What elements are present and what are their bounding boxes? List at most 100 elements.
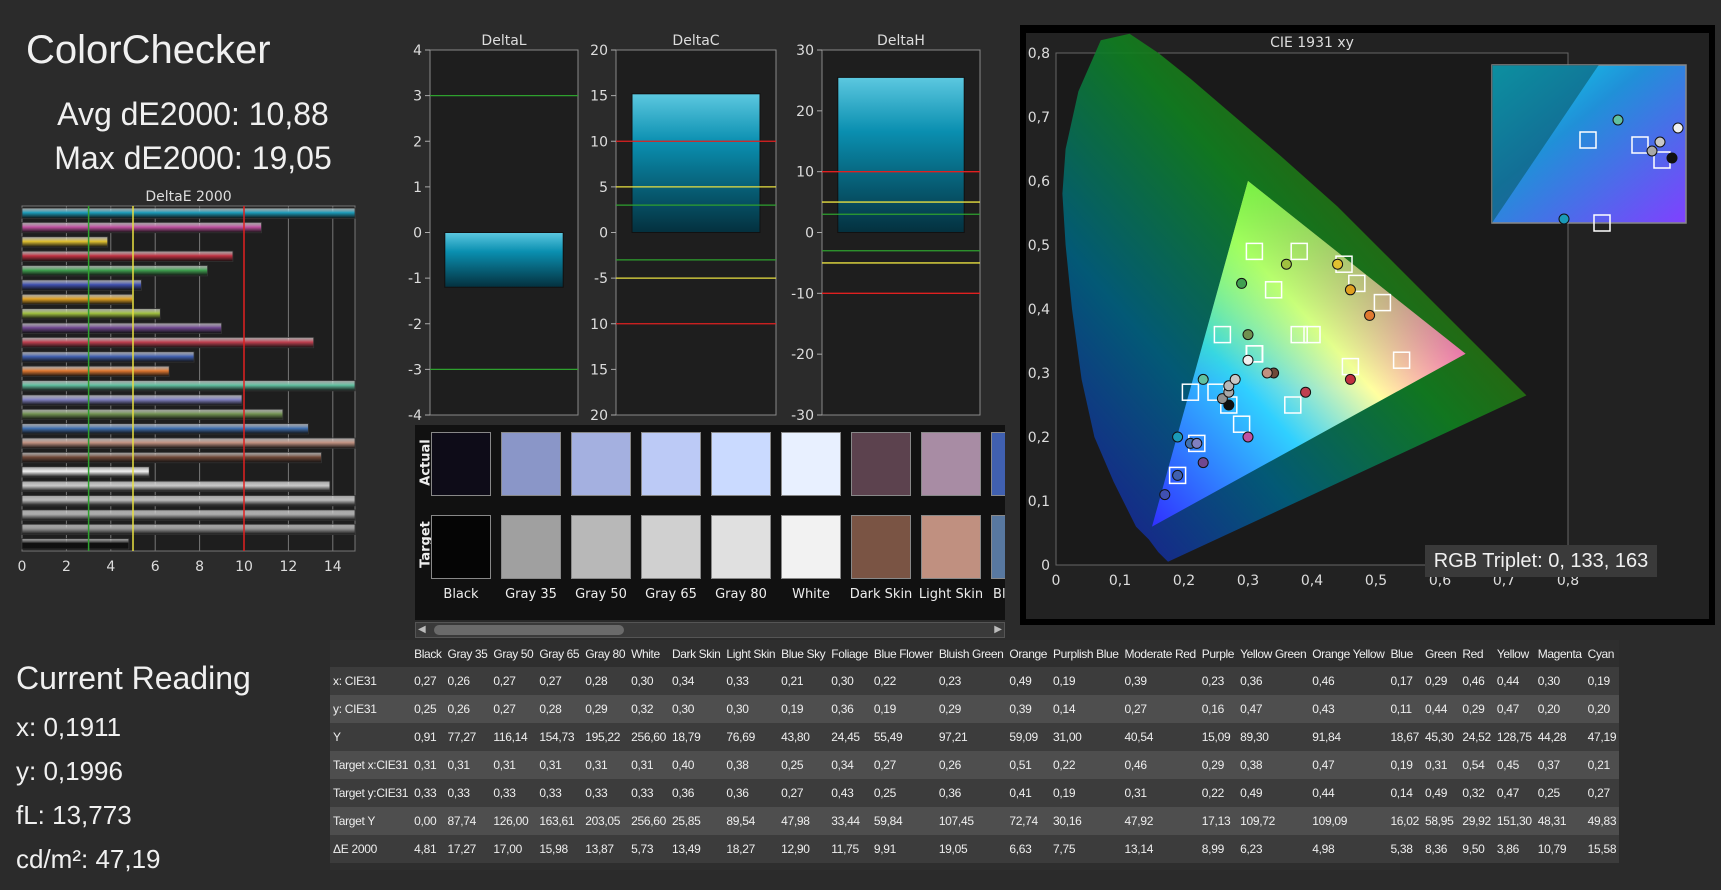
table-cell: 0,22: [1198, 779, 1238, 807]
table-row: y: CIE31 0,25 0,26 0,27 0,28 0,29 0,32 0,30 0,30…: [330, 695, 1620, 723]
table-cell: 0,26: [444, 667, 491, 695]
table-cell: 0,47: [1493, 695, 1535, 723]
table-cell: 31,00: [1050, 723, 1122, 751]
deltae-bar: [21, 394, 243, 406]
actual-swatch: [851, 432, 911, 496]
current-reading-title: Current Reading: [16, 660, 251, 696]
swatch-name: White: [792, 587, 830, 602]
cie-measured-point: [1172, 431, 1184, 443]
cie-zoom-point: [1666, 152, 1678, 164]
table-cell: 0,19: [1050, 667, 1122, 695]
deltae-bar: [21, 221, 262, 234]
deltal-svg-y-tick: -2: [408, 317, 422, 333]
deltac-svg-y-tick: -15: [590, 362, 608, 378]
table-cell: 0,36: [1237, 667, 1310, 695]
cie-chart-svg: CIE 1931 xy0 0,1 0,2 0,3 0,4 0,5 0,6 0,7 0,80,80…: [1026, 33, 1709, 619]
table-cell: 0,46: [1459, 667, 1494, 695]
table-row-label: x: CIE31: [330, 667, 412, 695]
table-cell: 0,34: [669, 667, 724, 695]
page-title: ColorChecker: [26, 28, 271, 72]
cie-y-tick: 0,7: [1028, 110, 1050, 126]
current-reading-x: x: 0,1911: [16, 712, 122, 742]
swatch-strip[interactable]: Actual Target Black Gray 35 Gray 50 Gray 65…: [415, 425, 1005, 620]
table-cell: 0,91: [411, 723, 445, 751]
table-cell: 9,50: [1459, 835, 1494, 863]
cie-x-tick: 0: [1052, 573, 1061, 589]
table-cell: 0,23: [935, 667, 1007, 695]
table-cell: 0,31: [444, 751, 491, 779]
cie-measured-point: [1172, 469, 1184, 481]
cie-measured-point: [1159, 489, 1171, 501]
table-cell: 0,23: [1198, 667, 1238, 695]
cie-measured-point: [1261, 367, 1273, 379]
deltae-bar: [21, 265, 208, 277]
actual-swatch: [991, 432, 1005, 496]
swatch-name: Dark Skin: [849, 587, 913, 602]
cie-y-tick: 0,3: [1028, 366, 1050, 382]
table-row-label: y: CIE31: [330, 695, 412, 723]
target-swatch: [501, 515, 561, 579]
table-cell: 0,44: [1309, 779, 1388, 807]
scroll-thumb[interactable]: [434, 625, 624, 635]
swatch-scrollbar[interactable]: ◀ ▶: [415, 622, 1005, 638]
scroll-right-arrow[interactable]: ▶: [994, 624, 1002, 635]
table-row: ΔE 2000 4,81 17,27 17,00 15,98 13,87 5,73 13,49…: [330, 835, 1620, 863]
deltah-svg-y-tick: 10: [796, 165, 814, 181]
table-column-header: Gray 65: [536, 640, 583, 667]
cie-measured-point: [1242, 329, 1254, 341]
cie-y-tick: 0,5: [1028, 238, 1050, 254]
table-row-label: ΔE 2000: [330, 835, 412, 863]
actual-swatch: [501, 432, 561, 496]
cie-measured-point: [1344, 373, 1356, 385]
table-cell: 0,44: [1421, 695, 1460, 723]
table-cell: 0,47: [1493, 779, 1535, 807]
deltah-svg-y-tick: -10: [791, 286, 814, 302]
deltae-x-tick: 12: [279, 559, 297, 575]
target-swatch: [711, 515, 771, 579]
table-cell: 8,99: [1198, 835, 1238, 863]
cie-zoom-point: [1558, 213, 1570, 225]
deltae-bar: [21, 466, 150, 478]
swatch-name: Gray 50: [575, 587, 627, 602]
table-cell: 0,31: [536, 751, 583, 779]
table-cell: 0,36: [935, 779, 1007, 807]
table-cell: 0,30: [828, 667, 871, 695]
actual-swatch: [641, 432, 701, 496]
table-cell: 19,05: [935, 835, 1007, 863]
cie-x-tick: 0,4: [1301, 573, 1323, 589]
scroll-left-arrow[interactable]: ◀: [418, 624, 426, 635]
table-column-header: Bluish Green: [935, 640, 1007, 667]
table-column-header: Green: [1421, 640, 1460, 667]
deltah-chart-svg: DeltaH 30 20 10 0 -10 -20 -30: [791, 33, 981, 424]
deltae-bar: [21, 351, 195, 363]
table-cell: 0,27: [490, 667, 537, 695]
table-cell: 0,32: [1459, 779, 1494, 807]
deltae-bar: [21, 207, 356, 219]
deltae-bar: [21, 451, 322, 464]
swatch-name: Gray 80: [715, 587, 767, 602]
table-cell: 10,79: [1534, 835, 1585, 863]
table-cell: 0,43: [828, 779, 871, 807]
table-cell: 47,19: [1584, 723, 1620, 751]
current-reading-y: y: 0,1996: [16, 756, 123, 786]
table-cell: 0,26: [444, 695, 491, 723]
table-cell: 0,31: [582, 751, 629, 779]
swatch-name: Blue Sky: [993, 587, 1005, 602]
actual-swatch: [711, 432, 771, 496]
table-cell: 91,84: [1309, 723, 1388, 751]
table-column-header: Dark Skin: [669, 640, 724, 667]
target-swatch: [851, 515, 911, 579]
table-cell: 0,43: [1309, 695, 1388, 723]
table-cell: 48,31: [1534, 807, 1585, 835]
deltac-svg-title: DeltaC: [672, 33, 719, 49]
deltae-x-tick: 0: [18, 559, 27, 575]
table-cell: 17,13: [1198, 807, 1238, 835]
cie-y-tick: 0,2: [1028, 430, 1050, 446]
target-swatch: [781, 515, 841, 579]
table-cell: 45,30: [1421, 723, 1460, 751]
table-cell: 0,46: [1309, 667, 1388, 695]
table-cell: 0,30: [723, 695, 779, 723]
table-column-header: Light Skin: [723, 640, 779, 667]
table-cell: 18,27: [723, 835, 779, 863]
deltah-svg-y-tick: 30: [796, 43, 814, 59]
